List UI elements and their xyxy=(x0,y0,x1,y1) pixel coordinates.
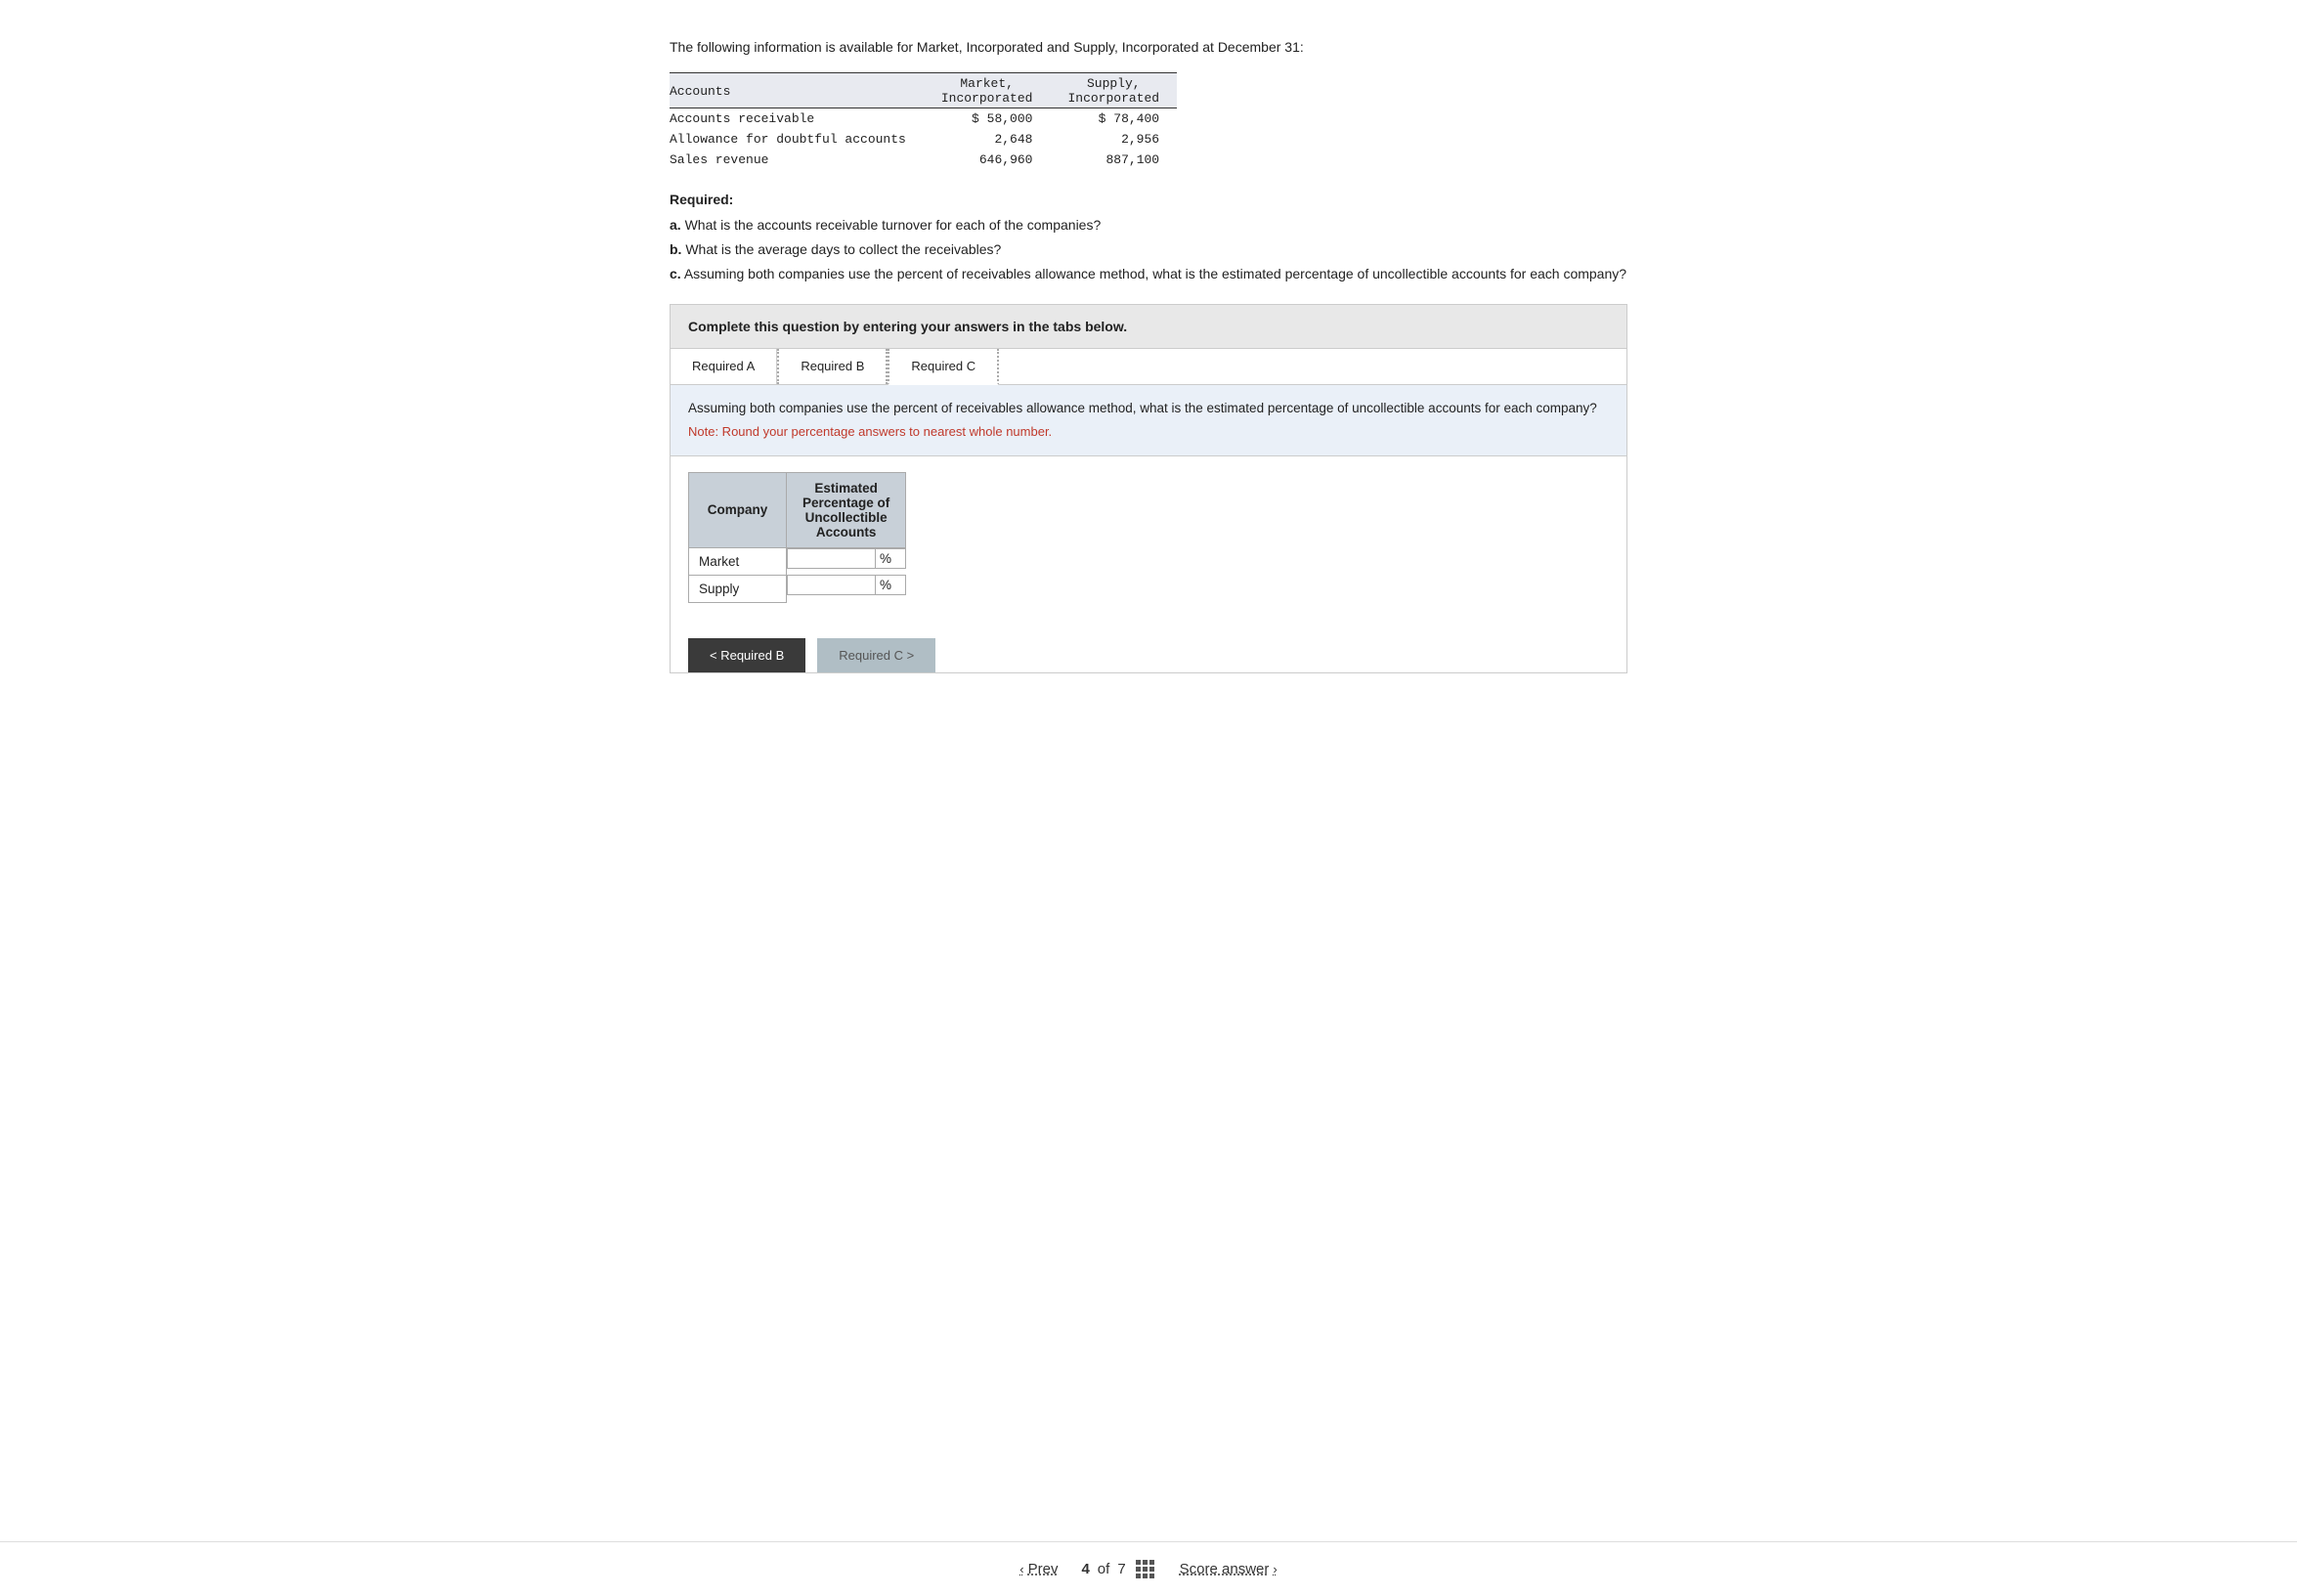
tab-required-c[interactable]: Required C xyxy=(888,349,999,385)
answer-row-market: Market % xyxy=(689,547,906,575)
nav-buttons: < Required B Required C > xyxy=(688,638,1626,672)
required-item-c: c. Assuming both companies use the perce… xyxy=(670,264,1627,284)
score-answer-button[interactable]: Score answer › xyxy=(1180,1561,1278,1577)
col-header-supply: Supply,Incorporated xyxy=(1050,73,1177,108)
tabs-container: Required A Required B Required C Assumin… xyxy=(670,349,1627,673)
page-indicator: 4 of 7 xyxy=(1081,1560,1155,1578)
company-market-label: Market xyxy=(689,547,787,575)
supply-pct-symbol: % xyxy=(876,578,891,592)
chevron-right-icon: › xyxy=(1273,1562,1277,1576)
market-input-cell[interactable]: % xyxy=(787,548,906,569)
table-row: Sales revenue 646,960 887,100 xyxy=(670,150,1177,170)
complete-box-text: Complete this question by entering your … xyxy=(688,319,1127,334)
market-sales: 646,960 xyxy=(924,150,1051,170)
table-row: Allowance for doubtful accounts 2,648 2,… xyxy=(670,129,1177,150)
grid-icon[interactable] xyxy=(1136,1560,1154,1578)
page-of-text: of xyxy=(1098,1561,1110,1577)
answer-col-estimated: EstimatedPercentage ofUncollectibleAccou… xyxy=(787,472,906,547)
req-letter-c: c. xyxy=(670,266,681,281)
question-content: Assuming both companies use the percent … xyxy=(671,385,1626,456)
market-pct-symbol: % xyxy=(876,551,891,566)
prev-required-b-button[interactable]: < Required B xyxy=(688,638,805,672)
answer-table-wrap: Company EstimatedPercentage ofUncollecti… xyxy=(671,456,1626,619)
req-letter-b: b. xyxy=(670,241,681,257)
market-percentage-input[interactable] xyxy=(788,549,876,568)
company-supply-label: Supply xyxy=(689,575,787,602)
supply-ar: $ 78,400 xyxy=(1050,108,1177,130)
required-item-b: b. What is the average days to collect t… xyxy=(670,239,1627,260)
req-text-b: What is the average days to collect the … xyxy=(685,241,1001,257)
required-label: Required: xyxy=(670,192,1627,207)
col-header-market: Market,Incorporated xyxy=(924,73,1051,108)
table-row: Accounts receivable $ 58,000 $ 78,400 xyxy=(670,108,1177,130)
tab-required-b[interactable]: Required B xyxy=(777,349,888,384)
supply-input-cell[interactable]: % xyxy=(787,575,906,595)
tab-required-a[interactable]: Required A xyxy=(671,349,777,384)
required-list: a. What is the accounts receivable turno… xyxy=(670,215,1627,284)
tabs-row: Required A Required B Required C xyxy=(671,349,1626,385)
required-item-a: a. What is the accounts receivable turno… xyxy=(670,215,1627,236)
prev-button[interactable]: ‹ Prev xyxy=(1019,1561,1058,1577)
complete-box: Complete this question by entering your … xyxy=(670,304,1627,349)
next-required-c-button[interactable]: Required C > xyxy=(817,638,935,672)
prev-label: Prev xyxy=(1028,1561,1059,1577)
supply-percentage-input[interactable] xyxy=(788,576,876,594)
row-label: Accounts receivable xyxy=(670,108,924,130)
answer-table: Company EstimatedPercentage ofUncollecti… xyxy=(688,472,906,603)
intro-text: The following information is available f… xyxy=(670,39,1627,55)
req-text-c: Assuming both companies use the percent … xyxy=(684,266,1626,281)
page-current: 4 xyxy=(1081,1561,1089,1577)
page-total: 7 xyxy=(1117,1561,1125,1577)
bottom-nav: ‹ Prev 4 of 7 Score answer › xyxy=(0,1541,2297,1596)
row-label: Allowance for doubtful accounts xyxy=(670,129,924,150)
market-allowance: 2,648 xyxy=(924,129,1051,150)
question-main-text: Assuming both companies use the percent … xyxy=(688,399,1609,418)
required-section: Required: a. What is the accounts receiv… xyxy=(670,192,1627,284)
req-letter-a: a. xyxy=(670,217,681,233)
question-note-text: Note: Round your percentage answers to n… xyxy=(688,422,1609,442)
row-label: Sales revenue xyxy=(670,150,924,170)
col-header-accounts: Accounts xyxy=(670,73,924,108)
answer-row-supply: Supply % xyxy=(689,575,906,602)
score-label: Score answer xyxy=(1180,1561,1270,1577)
chevron-left-icon: ‹ xyxy=(1019,1562,1023,1576)
req-text-a: What is the accounts receivable turnover… xyxy=(685,217,1102,233)
market-ar: $ 58,000 xyxy=(924,108,1051,130)
answer-col-company: Company xyxy=(689,472,787,547)
supply-allowance: 2,956 xyxy=(1050,129,1177,150)
supply-sales: 887,100 xyxy=(1050,150,1177,170)
data-table: Accounts Market,Incorporated Supply,Inco… xyxy=(670,72,1177,170)
